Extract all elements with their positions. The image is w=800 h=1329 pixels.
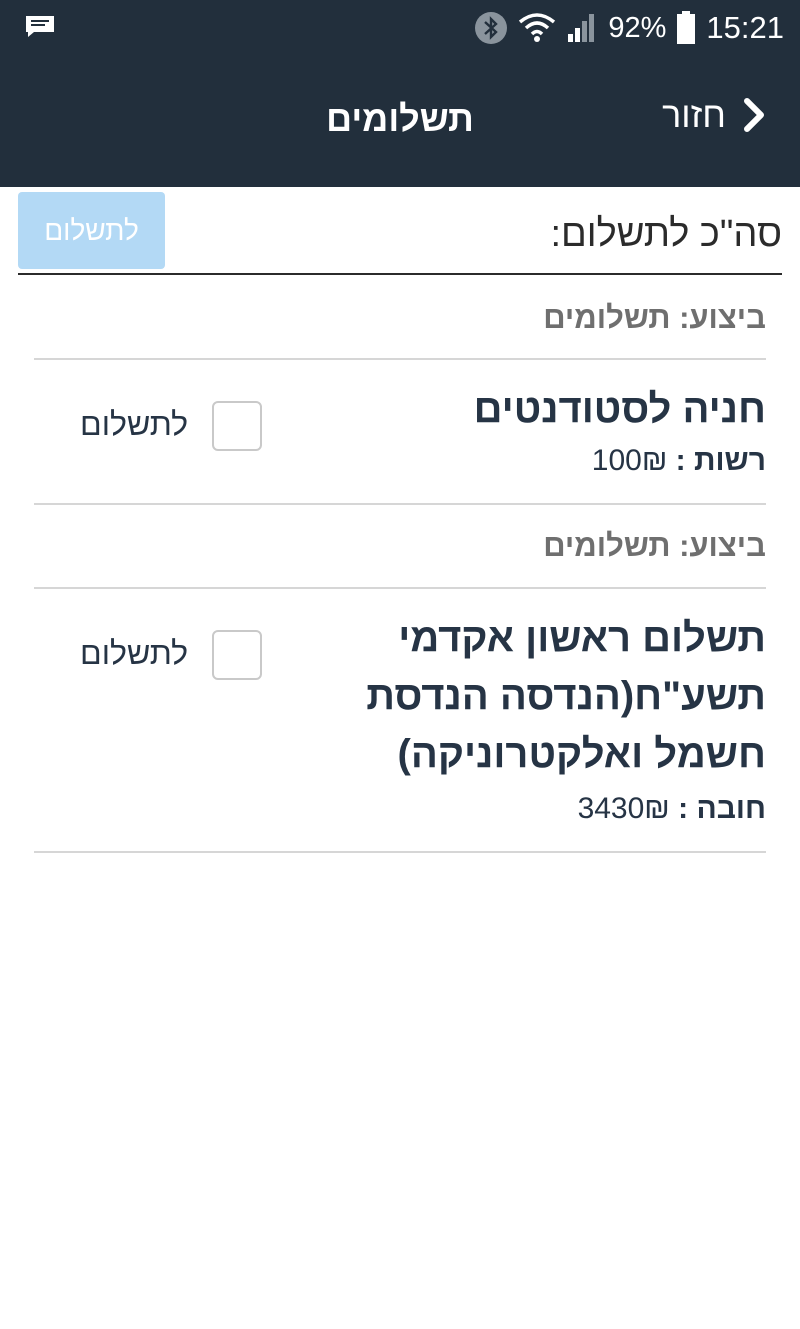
- amount-label: חובה :: [678, 792, 766, 825]
- amount-label: רשות :: [675, 444, 766, 477]
- back-label: חזור: [662, 94, 726, 135]
- signal-icon: [568, 14, 595, 42]
- payment-item-title: תשלום ראשון אקדמי תשע"ח(הנדסה הנדסת חשמל…: [366, 609, 766, 783]
- checkbox-label[interactable]: לתשלום: [80, 635, 188, 672]
- clock: 15:21: [706, 10, 784, 45]
- chevron-right-icon: [744, 98, 764, 132]
- amount-value: 100₪: [591, 444, 668, 477]
- title-line: חשמל ואלקטרוניקה): [397, 732, 767, 776]
- divider: [34, 587, 766, 589]
- execution-label: ביצוע: תשלומים: [543, 300, 766, 335]
- total-summary: סה"כ לתשלום: לתשלום: [18, 187, 782, 275]
- app-bar: תשלומים חזור: [0, 56, 800, 187]
- divider: [34, 503, 766, 505]
- divider: [34, 358, 766, 360]
- total-label: סה"כ לתשלום:: [550, 213, 782, 255]
- divider: [34, 851, 766, 853]
- message-icon: [26, 16, 54, 37]
- checkbox-label[interactable]: לתשלום: [80, 406, 188, 443]
- title-line: תשע"ח(הנדסה הנדסת: [366, 674, 766, 718]
- payment-item-amount: רשות : 100₪: [592, 444, 766, 478]
- title-line: תשלום ראשון אקדמי: [398, 616, 766, 660]
- payment-checkbox[interactable]: [212, 630, 262, 680]
- wifi-icon: [519, 13, 556, 42]
- pay-button[interactable]: לתשלום: [18, 192, 165, 269]
- bluetooth-icon: [475, 12, 508, 44]
- payment-item-amount: חובה : 3430₪: [578, 792, 766, 826]
- payment-checkbox[interactable]: [212, 401, 262, 451]
- execution-label: ביצוע: תשלומים: [543, 528, 766, 563]
- back-button[interactable]: חזור: [662, 94, 766, 136]
- status-indicators: 92% 15:21: [474, 0, 784, 56]
- amount-value: 3430₪: [577, 792, 670, 825]
- payment-item-title: חניה לסטודנטים: [473, 387, 766, 431]
- battery-percent: 92%: [608, 11, 667, 44]
- battery-icon: [677, 11, 696, 44]
- status-bar: 92% 15:21: [0, 0, 800, 56]
